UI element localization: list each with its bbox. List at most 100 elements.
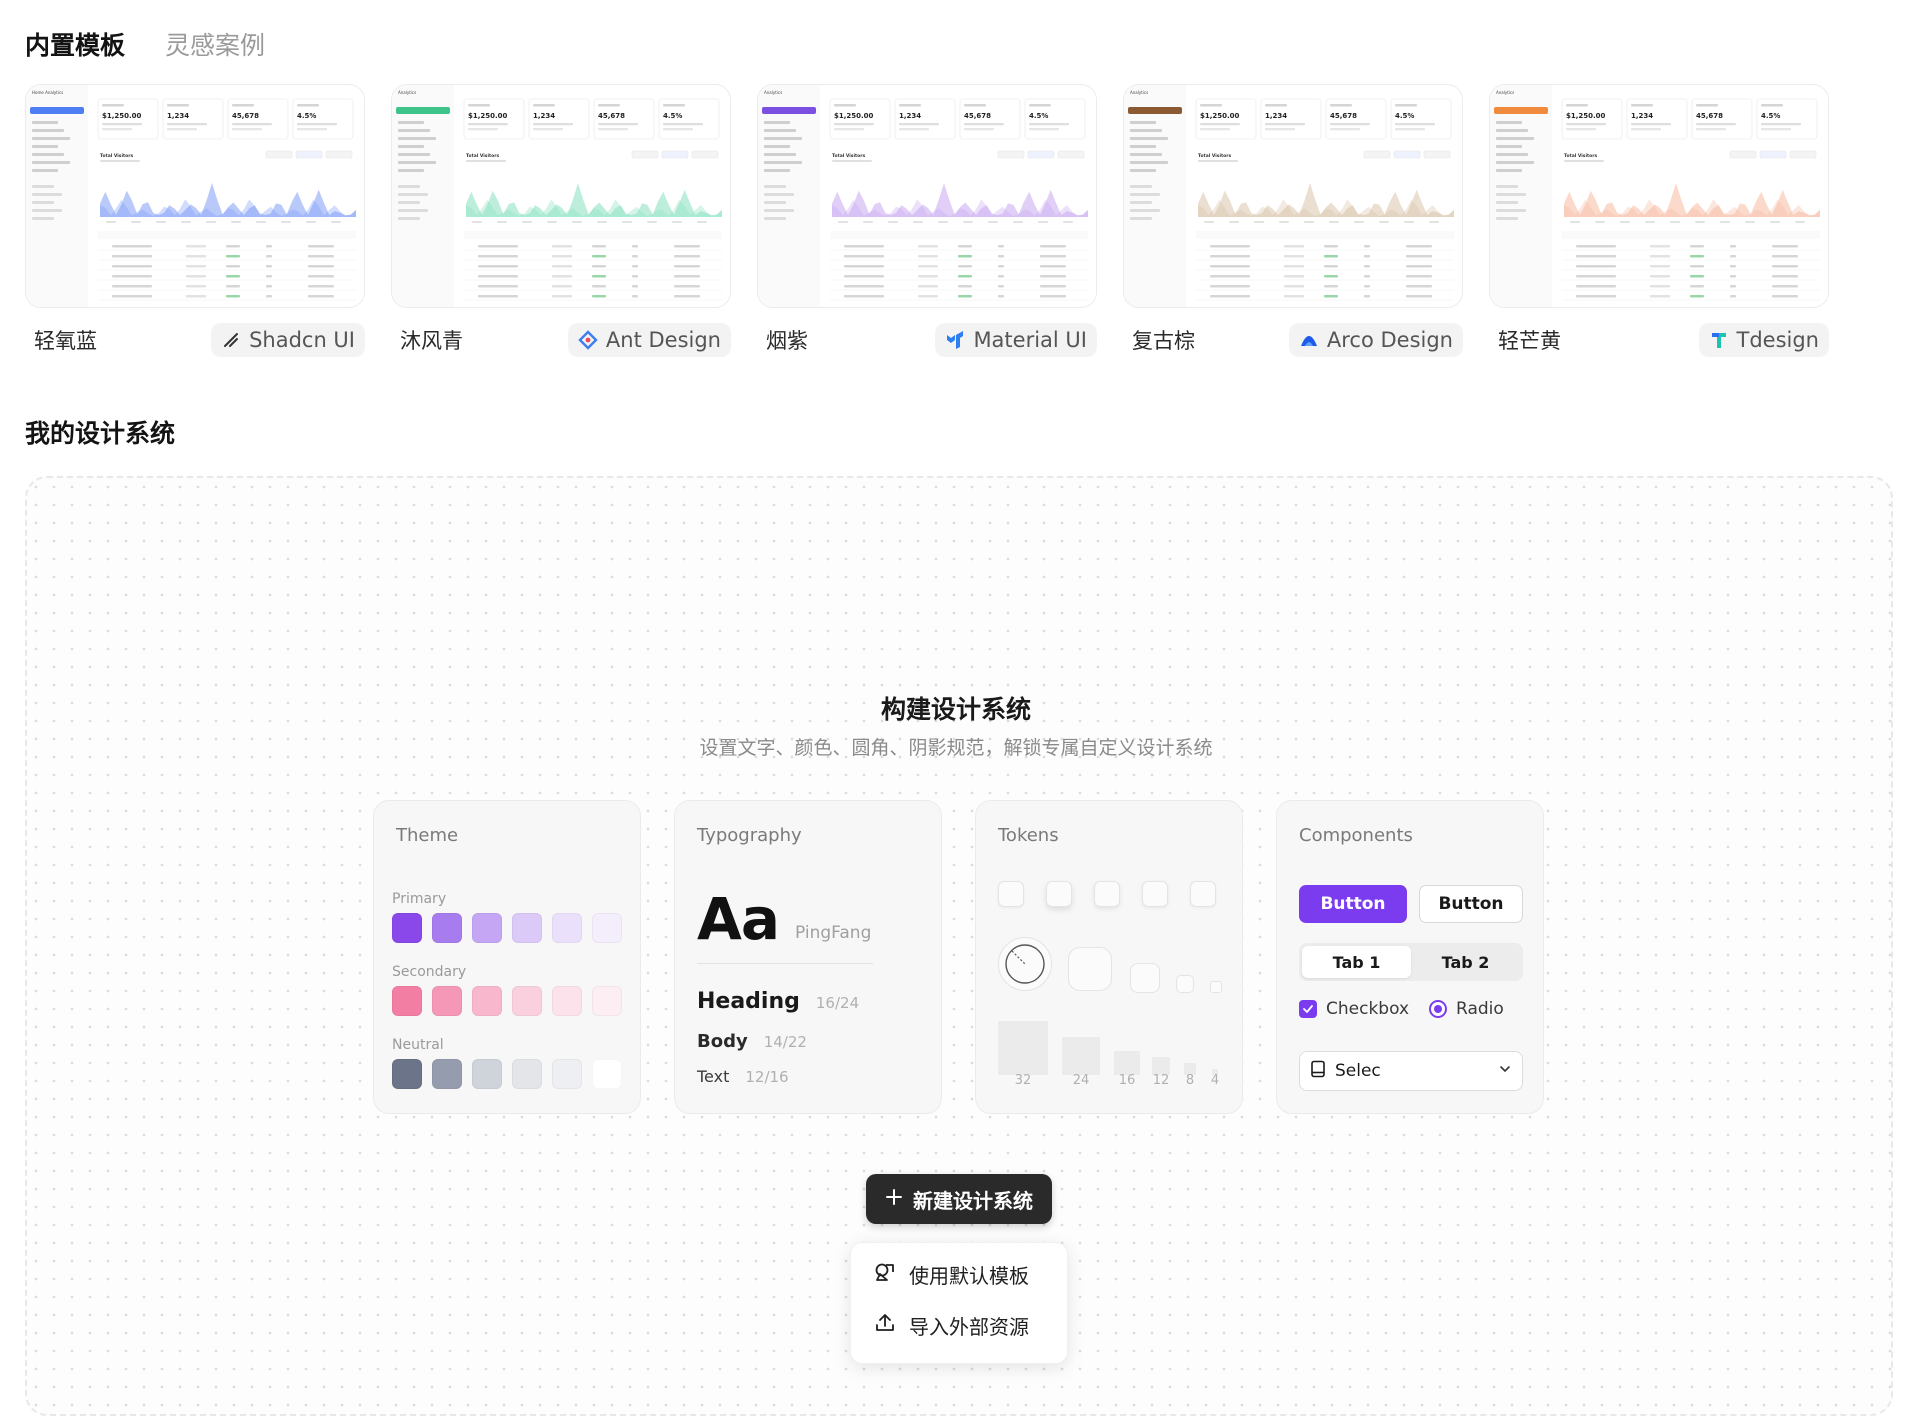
template-card[interactable]: Analytics $1,250.00 1,234 45,678 4.5% Total V…	[1489, 84, 1829, 358]
color-swatch[interactable]	[472, 986, 502, 1016]
type-sample: Aa	[697, 885, 780, 953]
type-text-meta: 12/16	[745, 1068, 789, 1086]
template-card[interactable]: Home Analytics $1,250.00 1,234 45,678 4.5% To…	[25, 84, 365, 358]
svg-text:45,678: 45,678	[964, 112, 991, 120]
color-swatch[interactable]	[392, 913, 422, 943]
sample-select[interactable]: Selec	[1299, 1051, 1523, 1091]
svg-text:4.5%: 4.5%	[663, 112, 682, 120]
shadcn-slash-icon	[221, 330, 241, 350]
template-preview[interactable]: Home Analytics $1,250.00 1,234 45,678 4.5% To…	[25, 84, 365, 308]
svg-text:$1,250.00: $1,250.00	[1200, 112, 1240, 120]
color-swatch[interactable]	[512, 1059, 542, 1089]
svg-text:4.5%: 4.5%	[1761, 112, 1780, 120]
template-badge-label: Shadcn UI	[249, 328, 355, 352]
svg-text:Analytics: Analytics	[1130, 90, 1148, 95]
type-heading: Heading 16/24	[697, 989, 859, 1014]
radio-label: Radio	[1456, 999, 1504, 1019]
color-swatch[interactable]	[432, 986, 462, 1016]
color-swatch[interactable]	[552, 1059, 582, 1089]
card-title: Tokens	[998, 825, 1059, 846]
svg-text:45,678: 45,678	[232, 112, 259, 120]
color-swatch[interactable]	[472, 913, 502, 943]
sample-tabs: Tab 1 Tab 2	[1299, 943, 1523, 981]
template-preview[interactable]: Analytics $1,250.00 1,234 45,678 4.5% Total V…	[757, 84, 1097, 308]
card-title: Theme	[396, 825, 459, 846]
color-swatch[interactable]	[432, 1059, 462, 1089]
font-name: PingFang	[795, 923, 872, 943]
template-badge-label: Material UI	[973, 328, 1087, 352]
color-swatch[interactable]	[552, 986, 582, 1016]
sample-outline-button[interactable]: Button	[1419, 885, 1523, 923]
template-card[interactable]: Analytics $1,250.00 1,234 45,678 4.5% Total V…	[391, 84, 731, 358]
template-badge: Arco Design	[1288, 323, 1463, 357]
template-preview[interactable]: Analytics $1,250.00 1,234 45,678 4.5% Total V…	[1123, 84, 1463, 308]
swatch-group-label: Neutral	[392, 1037, 444, 1053]
color-swatch[interactable]	[472, 1059, 502, 1089]
menu-item-use-default-template[interactable]: 使用默认模板	[873, 1260, 1029, 1289]
svg-text:45,678: 45,678	[598, 112, 625, 120]
hero-subtitle: 设置文字、颜色、圆角、阴影规范，解锁专属自定义设计系统	[699, 737, 1213, 759]
type-heading-meta: 16/24	[815, 994, 860, 1012]
svg-text:Home Analytics: Home Analytics	[32, 90, 63, 95]
radio-selected-icon[interactable]	[1429, 1000, 1448, 1018]
color-swatch[interactable]	[592, 986, 622, 1016]
spacing-label: 24	[1072, 1073, 1090, 1088]
svg-text:Total Visitors: Total Visitors	[466, 153, 499, 159]
typography-card: Typography Aa PingFang Heading 16/24 Bod…	[674, 800, 942, 1114]
select-value: Selec	[1335, 1061, 1381, 1081]
color-swatch[interactable]	[392, 1059, 422, 1089]
sample-checkbox[interactable]: Checkbox	[1299, 999, 1409, 1019]
sample-radio[interactable]: Radio	[1429, 999, 1504, 1019]
svg-text:4.5%: 4.5%	[297, 112, 316, 120]
radius-token	[1068, 947, 1112, 991]
components-card: Components Button Button Tab 1 Tab 2 Che…	[1276, 800, 1544, 1114]
type-text-label: Text	[697, 1067, 730, 1086]
card-title: Typography	[697, 825, 802, 846]
color-swatch[interactable]	[552, 913, 582, 943]
template-name: 沐风青	[400, 329, 463, 353]
swatch-row-neutral	[392, 1059, 622, 1089]
color-swatch[interactable]	[432, 913, 462, 943]
sample-tab-2[interactable]: Tab 2	[1411, 946, 1520, 978]
tab-builtin-templates[interactable]: 内置模板	[25, 26, 125, 62]
sample-primary-button[interactable]: Button	[1299, 885, 1407, 923]
new-design-system-menu: 使用默认模板 导入外部资源	[850, 1242, 1068, 1364]
color-swatch[interactable]	[592, 1059, 622, 1089]
sample-tab-1[interactable]: Tab 1	[1302, 946, 1411, 978]
shadow-token	[1142, 881, 1168, 907]
shadow-token	[1094, 881, 1120, 907]
color-swatch[interactable]	[592, 913, 622, 943]
template-preview[interactable]: Analytics $1,250.00 1,234 45,678 4.5% Total V…	[391, 84, 731, 308]
sample-controls: Checkbox Radio	[1299, 999, 1504, 1019]
svg-text:1,234: 1,234	[167, 112, 189, 120]
upload-icon	[873, 1311, 897, 1340]
template-preview[interactable]: Analytics $1,250.00 1,234 45,678 4.5% Total V…	[1489, 84, 1829, 308]
template-badge: Material UI	[935, 323, 1097, 357]
swatch-group-label: Primary	[392, 891, 447, 907]
template-card[interactable]: Analytics $1,250.00 1,234 45,678 4.5% Total V…	[757, 84, 1097, 358]
svg-text:Total Visitors: Total Visitors	[100, 153, 133, 159]
type-text: Text 12/16	[697, 1067, 789, 1086]
menu-item-label: 导入外部资源	[909, 1315, 1029, 1339]
shadow-token	[1046, 881, 1072, 907]
menu-item-import-external-resources[interactable]: 导入外部资源	[873, 1311, 1029, 1340]
checkbox-checked-icon[interactable]	[1299, 1000, 1317, 1018]
template-badge: Tdesign	[1698, 323, 1829, 357]
template-card[interactable]: Analytics $1,250.00 1,234 45,678 4.5% Total V…	[1123, 84, 1463, 358]
new-design-system-button[interactable]: 新建设计系统	[866, 1174, 1052, 1224]
svg-text:$1,250.00: $1,250.00	[102, 112, 142, 120]
new-design-system-label: 新建设计系统	[913, 1188, 1033, 1213]
color-swatch[interactable]	[512, 986, 542, 1016]
hero-title: 构建设计系统	[880, 695, 1031, 724]
chevron-down-icon	[1498, 1061, 1512, 1081]
svg-text:4.5%: 4.5%	[1029, 112, 1048, 120]
svg-text:Total Visitors: Total Visitors	[832, 153, 865, 159]
svg-text:45,678: 45,678	[1330, 112, 1357, 120]
template-badge: Shadcn UI	[211, 323, 365, 357]
color-swatch[interactable]	[392, 986, 422, 1016]
template-name: 轻氧蓝	[34, 329, 97, 353]
color-swatch[interactable]	[512, 913, 542, 943]
svg-text:$1,250.00: $1,250.00	[468, 112, 508, 120]
template-icon	[873, 1260, 897, 1289]
tab-inspiration-cases[interactable]: 灵感案例	[165, 26, 265, 62]
